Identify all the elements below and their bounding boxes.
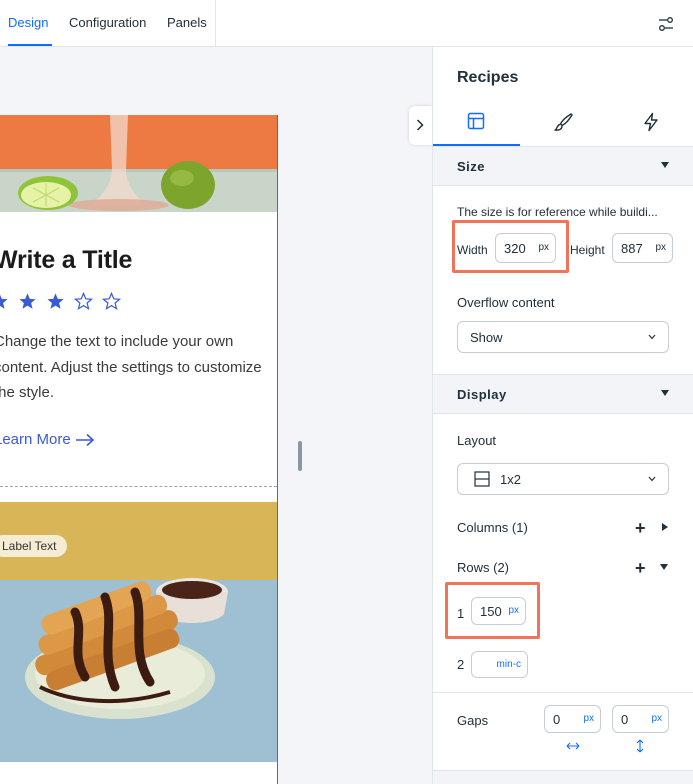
height-input[interactable]: 887 px [612, 233, 673, 263]
row-2-unit[interactable]: min-c [497, 659, 521, 670]
label-tag[interactable]: Label Text [0, 535, 67, 557]
vertical-arrows-icon [636, 739, 644, 753]
tab-design-style[interactable] [520, 108, 607, 146]
gap-v-unit[interactable]: px [651, 713, 662, 724]
chevron-down-icon [648, 476, 656, 482]
gap-v-value: 0 [621, 712, 629, 727]
top-bar: Design Configuration Panels [0, 0, 693, 47]
layout-label: Layout [457, 433, 497, 448]
learn-more-link[interactable]: Learn More [0, 431, 95, 448]
resize-handle[interactable] [298, 441, 302, 471]
caret-down-icon [661, 162, 669, 168]
star-empty-icon [102, 292, 121, 311]
tab-interactions[interactable] [607, 108, 693, 146]
width-input[interactable]: 320 px [495, 233, 556, 263]
width-label: Width [457, 243, 488, 257]
height-unit[interactable]: px [655, 242, 666, 253]
drink-image [0, 115, 277, 212]
divider [433, 692, 693, 693]
row-1-value: 150 [480, 604, 502, 619]
next-section-header [433, 771, 693, 784]
rows-label: Rows (2) [457, 560, 510, 575]
chevron-right-icon [416, 119, 424, 131]
section-display-header[interactable]: Display [433, 374, 693, 414]
grid-1x2-icon [474, 471, 490, 487]
row-2-height-input[interactable]: min-c [471, 651, 528, 678]
recipe-card[interactable]: Write a Title Change the text to include… [0, 115, 278, 784]
add-column-icon[interactable]: + [635, 519, 646, 537]
collapse-panel-button[interactable] [409, 106, 432, 145]
lightning-icon [644, 112, 658, 132]
row-divider [0, 486, 277, 487]
width-value: 320 [504, 241, 526, 256]
caret-down-icon [661, 390, 669, 396]
chevron-down-icon [648, 334, 656, 340]
gap-h-value: 0 [553, 712, 561, 727]
panel-title: Recipes [457, 69, 519, 86]
add-row-icon[interactable]: + [635, 559, 646, 577]
height-value: 887 [621, 241, 643, 256]
arrow-right-icon [75, 433, 94, 447]
size-note: The size is for reference while buildi..… [457, 205, 658, 219]
section-size-label: Size [457, 159, 486, 174]
overflow-dropdown[interactable]: Show [457, 321, 669, 353]
expand-columns-icon[interactable] [662, 523, 668, 531]
brush-icon [554, 113, 573, 131]
star-empty-icon [74, 292, 93, 311]
learn-more-label: Learn More [0, 431, 71, 448]
overflow-value: Show [470, 330, 503, 345]
settings-sliders-icon[interactable] [656, 14, 676, 34]
tab-panels[interactable]: Panels [167, 0, 207, 46]
section-display-label: Display [457, 387, 507, 402]
gap-h-unit[interactable]: px [583, 713, 594, 724]
layout-dropdown[interactable]: 1x2 [457, 463, 669, 495]
horizontal-arrows-icon [566, 742, 580, 750]
row-1-index: 1 [457, 606, 465, 621]
width-unit[interactable]: px [538, 242, 549, 253]
height-label: Height [570, 243, 605, 257]
gaps-label: Gaps [457, 713, 489, 728]
tab-design[interactable]: Design [8, 0, 52, 46]
gap-vertical-input[interactable]: 0 px [612, 705, 669, 733]
tab-configuration[interactable]: Configuration [69, 0, 146, 46]
tab-layout[interactable] [433, 108, 520, 146]
row-2-index: 2 [457, 657, 465, 672]
gap-horizontal-input[interactable]: 0 px [544, 705, 601, 733]
columns-label: Columns (1) [457, 520, 528, 535]
row-1-height-input[interactable]: 150 px [471, 597, 526, 625]
layout-icon [467, 112, 485, 130]
card-title[interactable]: Write a Title [0, 246, 132, 275]
collapse-rows-icon[interactable] [660, 564, 668, 570]
churros-image: Label Text [0, 502, 277, 762]
row-1-unit[interactable]: px [508, 605, 519, 616]
overflow-label: Overflow content [457, 295, 555, 310]
inspector-panel: Recipes Size The size is for reference w… [432, 47, 693, 784]
tabs-divider [215, 0, 216, 46]
layout-value: 1x2 [500, 472, 521, 487]
star-filled-icon [0, 294, 8, 309]
card-description[interactable]: Change the text to include your own cont… [0, 329, 274, 406]
star-filled-icon [19, 293, 36, 309]
star-filled-icon [47, 293, 64, 309]
section-size-header[interactable]: Size [433, 146, 693, 186]
